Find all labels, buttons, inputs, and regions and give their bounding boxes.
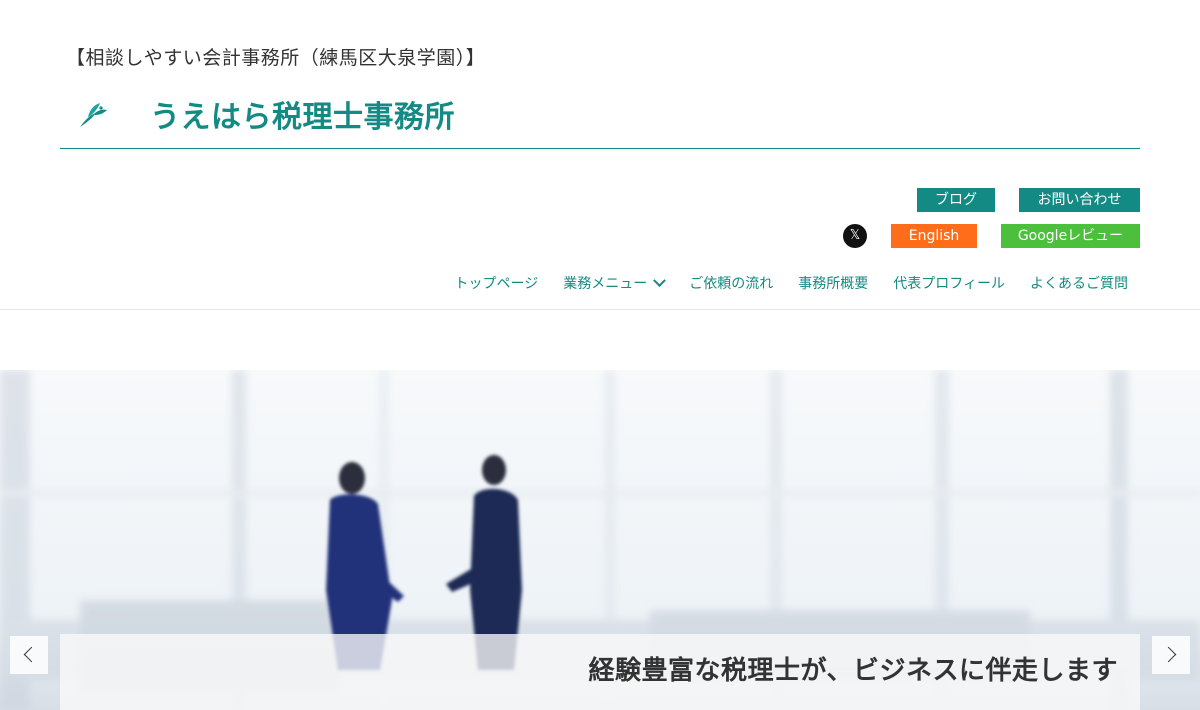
nav-item-services[interactable]: 業務メニュー xyxy=(563,273,667,293)
nav-item-flow[interactable]: ご依頼の流れ xyxy=(689,273,773,293)
site-name: うえはら税理士事務所 xyxy=(150,100,455,135)
nav-item-label: ご依頼の流れ xyxy=(689,276,774,292)
nav-item-label: 代表プロフィール xyxy=(893,276,1005,292)
slider-next-button[interactable] xyxy=(1152,636,1190,674)
global-nav: トップページ 業務メニュー ご依頼の流れ 事務所概要 代表プロフィール よくある… xyxy=(430,273,1128,293)
chevron-right-icon xyxy=(1160,646,1177,663)
hero-caption-panel: 経験豊富な税理士が、ビジネスに伴走します xyxy=(60,634,1140,710)
nav-item-label: トップページ xyxy=(454,276,539,292)
nav-divider xyxy=(0,309,1200,310)
tagline: 【相談しやすい会計事務所（練馬区大泉学園）】 xyxy=(66,47,486,69)
header-divider xyxy=(60,148,1140,149)
nav-item-label: よくあるご質問 xyxy=(1030,276,1128,292)
google-review-button[interactable]: Googleレビュー xyxy=(1001,224,1140,248)
hero-caption: 経験豊富な税理士が、ビジネスに伴走します xyxy=(588,656,1118,686)
english-button[interactable]: English xyxy=(891,224,977,248)
x-social-icon[interactable]: 𝕏 xyxy=(843,224,867,248)
site-logo-link[interactable]: うえはら税理士事務所 xyxy=(76,92,455,136)
contact-button[interactable]: お問い合わせ xyxy=(1019,188,1140,212)
nav-item-faq[interactable]: よくあるご質問 xyxy=(1030,273,1128,293)
chevron-left-icon xyxy=(23,646,40,663)
nav-item-office[interactable]: 事務所概要 xyxy=(798,273,868,293)
chevron-down-icon xyxy=(653,273,667,287)
nav-item-label: 事務所概要 xyxy=(798,276,869,292)
slider-prev-button[interactable] xyxy=(10,636,48,674)
nav-item-profile[interactable]: 代表プロフィール xyxy=(893,273,1005,293)
blog-button[interactable]: ブログ xyxy=(917,188,995,212)
nav-item-label: 業務メニュー xyxy=(563,276,648,292)
bird-logo-icon xyxy=(76,97,110,131)
nav-item-top[interactable]: トップページ xyxy=(455,273,539,293)
